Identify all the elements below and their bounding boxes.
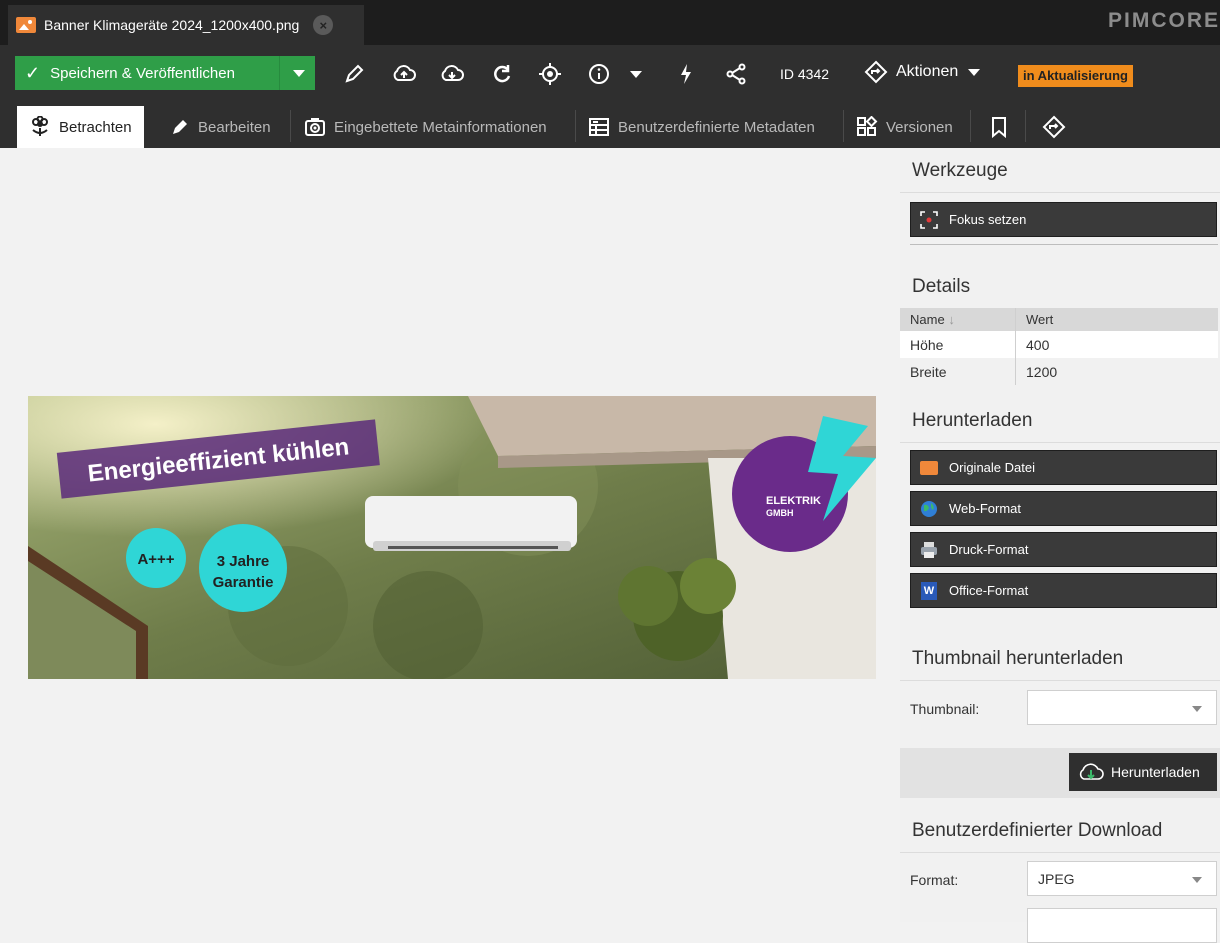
view-tabs: Betrachten Bearbeiten Eingebettete Metai… <box>0 102 1220 148</box>
image-file-icon <box>16 17 36 33</box>
banner-graphic: Energieeffizient kühlen A+++ 3 Jahre Gar… <box>28 396 876 679</box>
details-table: Name ↓ Wert Höhe 400 Breite 1200 <box>900 308 1218 385</box>
thumbnail-label: Thumbnail: <box>910 701 980 717</box>
save-options-caret-icon[interactable] <box>293 70 305 77</box>
save-publish-label: Speichern & Veröffentlichen <box>50 64 235 82</box>
tab-benutzerdefinierte-label: Benutzerdefinierte Metadaten <box>618 118 815 136</box>
upload-cloud-icon[interactable] <box>390 60 418 88</box>
tools-title: Werkzeuge <box>912 160 1008 181</box>
bookmark-tab[interactable] <box>978 106 1028 148</box>
document-tab[interactable]: Banner Klimageräte 2024_1200x400.png × <box>8 5 364 45</box>
actions-menu-button[interactable]: Aktionen <box>864 60 981 84</box>
tab-versionen[interactable]: Versionen <box>844 106 965 148</box>
edit-pencil-icon[interactable] <box>340 60 368 88</box>
workflow-status-badge: in Aktualisierung <box>1018 65 1133 87</box>
thumbnail-select[interactable] <box>1027 690 1217 725</box>
download-cloud-icon <box>1079 763 1104 780</box>
tab-betrachten-label: Betrachten <box>59 118 132 136</box>
reload-icon[interactable] <box>488 60 516 88</box>
download-print-button[interactable]: Druck-Format <box>910 532 1217 567</box>
details-title: Details <box>912 276 971 297</box>
tab-betrachten[interactable]: Betrachten <box>17 106 144 148</box>
format-label: Format: <box>910 872 959 888</box>
sidebar: Werkzeuge Fokus setzen Details Name ↓ We… <box>900 148 1220 943</box>
download-button[interactable]: Herunterladen <box>1069 753 1217 791</box>
pencil-icon <box>173 120 187 134</box>
warranty-badge-line2: Garantie <box>213 574 274 591</box>
workflow-diamond-icon <box>1042 115 1066 139</box>
warranty-badge-line1: 3 Jahre <box>217 553 270 570</box>
tab-versionen-label: Versionen <box>886 118 953 136</box>
focus-button[interactable]: Fokus setzen <box>910 202 1217 237</box>
word-icon: W <box>919 581 939 601</box>
camera-icon <box>305 118 325 136</box>
info-icon[interactable] <box>585 60 613 88</box>
additional-select[interactable] <box>1027 908 1217 943</box>
tab-benutzerdefinierte-metadaten[interactable]: Benutzerdefinierte Metadaten <box>576 106 827 148</box>
actions-label: Aktionen <box>896 63 959 80</box>
form-icon <box>589 118 609 136</box>
focus-target-icon[interactable] <box>536 60 564 88</box>
globe-icon <box>919 499 939 519</box>
share-icon[interactable] <box>722 60 750 88</box>
custom-download-title: Benutzerdefinierter Download <box>912 820 1163 841</box>
tab-separator <box>1025 110 1026 142</box>
workflow-tab[interactable] <box>1030 106 1086 148</box>
column-header-value[interactable]: Wert <box>1016 308 1218 331</box>
focus-icon <box>919 210 939 230</box>
image-file-icon <box>919 458 939 478</box>
tab-bearbeiten-label: Bearbeiten <box>198 118 271 136</box>
download-web-button[interactable]: Web-Format <box>910 491 1217 526</box>
document-tab-title: Banner Klimageräte 2024_1200x400.png <box>44 17 300 33</box>
save-publish-button[interactable]: ✓ Speichern & Veröffentlichen <box>15 56 315 90</box>
top-tab-bar: Banner Klimageräte 2024_1200x400.png × P… <box>0 0 1220 45</box>
tab-eingebettete-metainformationen[interactable]: Eingebettete Metainformationen <box>292 106 559 148</box>
download-office-button[interactable]: W Office-Format <box>910 573 1217 608</box>
actions-diamond-icon <box>864 60 888 84</box>
image-preview-area: Energieeffizient kühlen A+++ 3 Jahre Gar… <box>0 148 900 922</box>
versions-icon <box>857 116 878 136</box>
flower-icon <box>32 116 48 136</box>
printer-icon <box>919 540 939 560</box>
download-original-button[interactable]: Originale Datei <box>910 450 1217 485</box>
download-button-label: Herunterladen <box>1111 764 1200 780</box>
chevron-down-icon <box>1192 877 1202 883</box>
banner-image: Energieeffizient kühlen A+++ 3 Jahre Gar… <box>28 396 876 679</box>
brand-line2: GMBH <box>766 508 794 518</box>
column-header-name[interactable]: Name ↓ <box>900 308 1016 331</box>
table-row: Breite 1200 <box>900 358 1218 385</box>
info-options-caret-icon[interactable] <box>622 60 650 88</box>
download-title: Herunterladen <box>912 410 1033 431</box>
actions-caret-icon <box>968 68 981 76</box>
tab-eingebettete-label: Eingebettete Metainformationen <box>334 118 547 136</box>
efficiency-badge: A+++ <box>137 551 174 568</box>
toolbar: ✓ Speichern & Veröffentlichen ID 4342 Ak… <box>0 45 1220 102</box>
bookmark-icon <box>992 117 1006 138</box>
checkmark-icon: ✓ <box>25 62 41 83</box>
brand-line1: ELEKTRIK <box>766 495 821 507</box>
tab-bearbeiten[interactable]: Bearbeiten <box>158 106 283 148</box>
tab-separator <box>290 110 291 142</box>
download-cloud-icon[interactable] <box>438 60 466 88</box>
lightning-icon[interactable] <box>672 60 700 88</box>
pimcore-logo: PIMCORE <box>1107 9 1220 32</box>
chevron-down-icon <box>1192 706 1202 712</box>
format-select[interactable]: JPEG <box>1027 861 1217 896</box>
table-row: Höhe 400 <box>900 331 1218 358</box>
thumbnail-title: Thumbnail herunterladen <box>912 648 1124 669</box>
download-bar: Herunterladen <box>900 748 1220 798</box>
element-id: ID 4342 <box>780 66 830 82</box>
focus-button-label: Fokus setzen <box>949 212 1027 227</box>
close-tab-icon[interactable]: × <box>313 15 334 35</box>
tab-separator <box>970 110 971 142</box>
